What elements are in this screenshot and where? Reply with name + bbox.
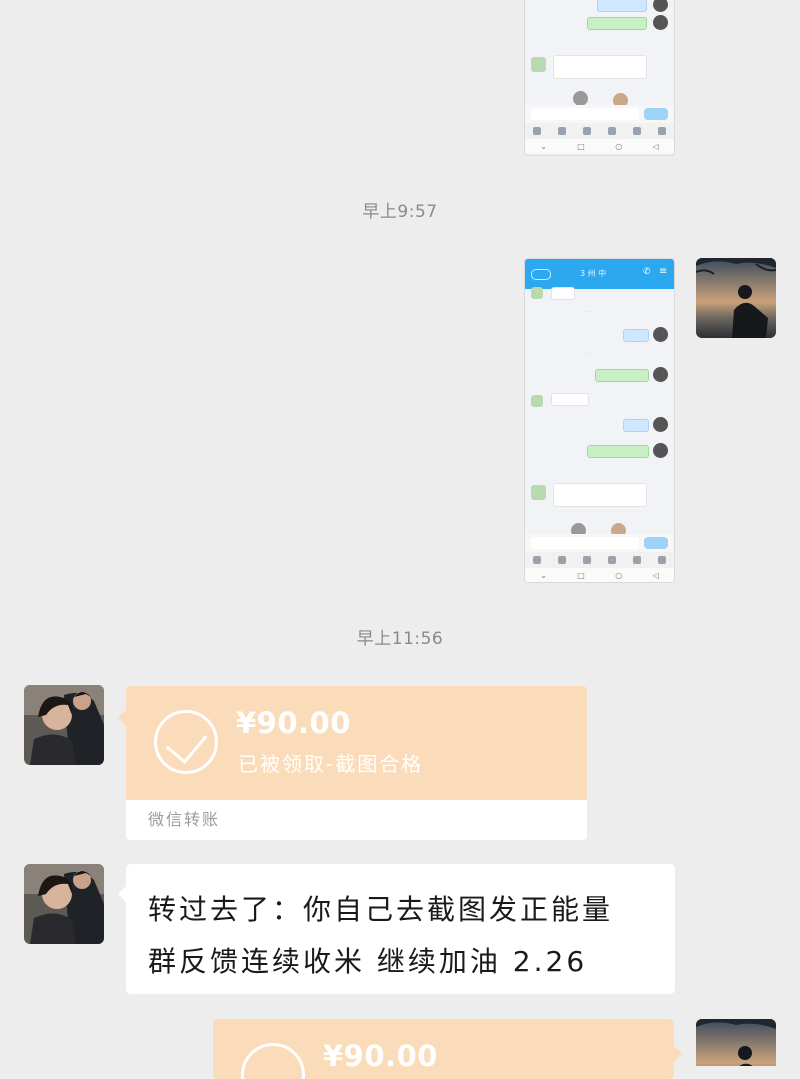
transfer-amount: ¥90.00 [236, 706, 351, 740]
file-icon [607, 127, 616, 135]
screenshot-input-bar [525, 534, 674, 552]
timestamp: 早上11:56 [356, 629, 444, 649]
screenshot-bubble [551, 393, 589, 406]
checkmark-icon [165, 721, 208, 764]
screenshot-avatar [653, 443, 668, 458]
transfer-status: 已被领取-截图合格 [238, 752, 424, 776]
screenshot-avatar [653, 367, 668, 382]
screenshot-message-area: · · · · · · [525, 287, 674, 539]
phone-icon: ✆ [643, 267, 651, 277]
bubble-tail [118, 710, 126, 726]
sunset-silhouette-avatar-image [696, 1019, 776, 1066]
transfer-amount: ¥90.00 [323, 1039, 438, 1073]
screenshot-sticker [573, 91, 588, 106]
mic-icon [533, 127, 542, 135]
back-icon: ◁ [652, 141, 659, 151]
screenshot-title: 3 州 中 [580, 269, 607, 278]
timestamp: 早上9:57 [362, 202, 438, 222]
screenshot-bubble [623, 419, 649, 432]
avatar[interactable] [24, 685, 104, 765]
image-icon [558, 556, 567, 564]
screenshot-avatar [653, 417, 668, 432]
plus-icon [657, 556, 666, 564]
screenshot-icon-row [525, 123, 674, 139]
text-message-bubble[interactable]: 转过去了：你自己去截图发正能量 群反馈连续收米 继续加油 2.26 [126, 864, 675, 994]
square-icon: □ [577, 570, 585, 580]
screenshot-send-button [644, 537, 668, 549]
screenshot-title-bar: 3 州 中 ✆ ≡ [525, 259, 674, 289]
couple-photo-avatar-image [24, 685, 104, 765]
menu-icon: ≡ [659, 266, 668, 277]
sunset-silhouette-avatar-image [696, 258, 776, 338]
screenshot-bubble [597, 0, 647, 12]
chevron-down-icon: ⌄ [540, 141, 547, 151]
avatar[interactable] [24, 864, 104, 944]
bubble-tail [118, 886, 126, 902]
emoji-icon [632, 127, 641, 135]
camera-icon [583, 127, 592, 135]
plus-icon [657, 127, 666, 135]
transfer-card-body: ¥90.00 已被领取-截图合格 [126, 686, 587, 800]
screenshot-bubble [595, 369, 649, 382]
mic-icon [533, 556, 542, 564]
screenshot-bubble [587, 17, 647, 30]
image-icon [558, 127, 567, 135]
transfer-card-partial[interactable]: ¥90.00 [213, 1019, 674, 1079]
screenshot-input-field [531, 537, 639, 549]
transfer-card[interactable]: ¥90.00 已被领取-截图合格 微信转账 [126, 686, 587, 840]
screenshot-input-field [531, 108, 639, 120]
check-circle-icon [241, 1043, 305, 1079]
screenshot-time: · · · [587, 351, 595, 357]
screenshot-avatar [653, 327, 668, 342]
circle-icon: ○ [615, 141, 623, 151]
circle-icon: ○ [615, 570, 623, 580]
check-circle-icon [154, 710, 218, 774]
screenshot-avatar [531, 485, 546, 500]
message-line: 群反馈连续收米 继续加油 2.26 [148, 945, 588, 978]
back-icon [531, 269, 551, 280]
screenshot-bubble [553, 55, 647, 79]
emoji-icon [632, 556, 641, 564]
bubble-tail [674, 1046, 682, 1062]
avatar[interactable] [696, 258, 776, 338]
couple-photo-avatar-image [24, 864, 104, 944]
screenshot-icon-row [525, 552, 674, 568]
square-icon: □ [577, 141, 585, 151]
screenshot-message-area [525, 0, 674, 108]
screenshot-bubble [553, 483, 647, 507]
back-icon: ◁ [652, 570, 659, 580]
chat-screenshot-image-1[interactable]: ⌄ □ ○ ◁ [524, 0, 675, 156]
screenshot-bubble [551, 287, 575, 300]
screenshot-avatar [531, 57, 546, 72]
screenshot-avatar [531, 287, 543, 299]
screenshot-time: · · · [587, 309, 595, 315]
transfer-footer: 微信转账 [148, 810, 221, 829]
screenshot-avatar [531, 395, 543, 407]
screenshot-bubble [587, 445, 649, 458]
screenshot-nav-row: ⌄ □ ○ ◁ [525, 139, 674, 153]
chevron-down-icon: ⌄ [540, 570, 547, 580]
screenshot-input-bar [525, 105, 674, 123]
message-line: 转过去了：你自己去截图发正能量 [148, 893, 614, 926]
transfer-card-body: ¥90.00 [213, 1019, 674, 1079]
avatar[interactable] [696, 1019, 776, 1066]
chat-screenshot-image-2[interactable]: 3 州 中 ✆ ≡ · · · · · · ⌄ □ ○ ◁ [524, 258, 675, 583]
screenshot-avatar [653, 0, 668, 12]
screenshot-nav-row: ⌄ □ ○ ◁ [525, 568, 674, 582]
screenshot-send-button [644, 108, 668, 120]
screenshot-bubble [623, 329, 649, 342]
screenshot-avatar [653, 15, 668, 30]
camera-icon [583, 556, 592, 564]
file-icon [607, 556, 616, 564]
